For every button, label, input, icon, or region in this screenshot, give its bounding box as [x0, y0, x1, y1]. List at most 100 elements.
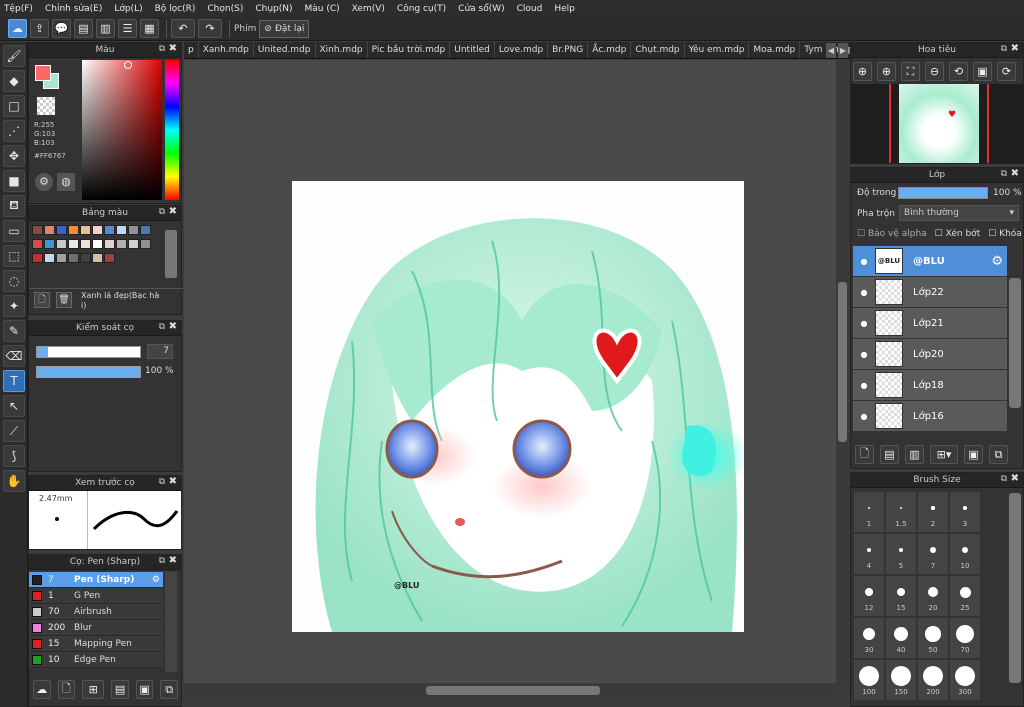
popout-icon[interactable]: ⧉: [159, 556, 165, 566]
foreground-color[interactable]: [35, 65, 51, 81]
brush-size-cell[interactable]: 4: [854, 534, 884, 574]
tab-scroll-right-icon[interactable]: ▶: [838, 43, 848, 58]
navigator-viewport[interactable]: [889, 84, 989, 163]
new-layer-8bit-icon[interactable]: ▤: [880, 445, 899, 464]
folder-icon[interactable]: ▣: [135, 680, 154, 699]
select-pen-icon[interactable]: ✎: [3, 320, 25, 342]
protect-alpha-checkbox[interactable]: ☐ Bảo vệ alpha: [857, 229, 927, 239]
new-brush-icon[interactable]: 🗋: [57, 680, 76, 699]
palette-swatch[interactable]: [56, 239, 67, 249]
brush-size-cell[interactable]: 3: [950, 492, 980, 532]
move-tool-icon[interactable]: ✥: [3, 145, 25, 167]
undo-icon[interactable]: ↶: [171, 19, 195, 38]
document-tab[interactable]: Chụt.mdp: [631, 42, 685, 58]
visibility-icon[interactable]: ●: [853, 257, 875, 266]
fill-rect-icon[interactable]: ■: [3, 170, 25, 192]
layer-row[interactable]: ● Lớp21: [853, 308, 1007, 339]
document-tab[interactable]: United.mdp: [254, 42, 316, 58]
layer-opacity-slider[interactable]: [898, 187, 988, 199]
menu-layer[interactable]: Lớp(L): [114, 4, 142, 14]
popout-icon[interactable]: ⧉: [159, 477, 165, 487]
palette-swatch[interactable]: [92, 239, 103, 249]
layer-row[interactable]: ● @BLU @BLU ⚙: [853, 246, 1007, 277]
palette-swatch[interactable]: [80, 239, 91, 249]
palette-swatch[interactable]: [44, 225, 55, 235]
eraser-tool-icon[interactable]: ◆: [3, 70, 25, 92]
layer-scrollbar[interactable]: [1009, 278, 1021, 408]
select-rect-icon[interactable]: ⬚: [3, 245, 25, 267]
brush-size-cell[interactable]: 5: [886, 534, 916, 574]
palette-swatch[interactable]: [44, 239, 55, 249]
menu-capture[interactable]: Chụp(N): [255, 4, 292, 14]
horizontal-scrollbar[interactable]: [184, 684, 836, 697]
palette-swatch[interactable]: [104, 253, 115, 263]
brush-item[interactable]: 70 Airbrush: [29, 604, 163, 620]
palette-swatch[interactable]: [92, 253, 103, 263]
palette-swatch[interactable]: [104, 225, 115, 235]
brush-size-cell[interactable]: 7: [918, 534, 948, 574]
document-icon[interactable]: ▥: [96, 19, 115, 38]
visibility-icon[interactable]: ●: [853, 381, 875, 390]
lasso-tool-icon[interactable]: ◌: [3, 270, 25, 292]
rotate-right-icon[interactable]: ⟳: [997, 62, 1016, 81]
saturation-picker[interactable]: [82, 60, 162, 200]
palette-swatch[interactable]: [68, 225, 79, 235]
add-brush-icon[interactable]: ⊞: [82, 680, 105, 699]
brush-size-cell[interactable]: 200: [918, 660, 948, 700]
hand-tool-icon[interactable]: ✋: [3, 470, 25, 492]
menu-view[interactable]: Xem(V): [352, 4, 385, 14]
popout-icon[interactable]: ⧉: [159, 44, 165, 54]
close-icon[interactable]: ✖: [169, 476, 177, 487]
document-tab[interactable]: Untitled: [450, 42, 495, 58]
bucket-tool-icon[interactable]: ⛾: [3, 195, 25, 217]
document-tab[interactable]: Yêu em.mdp: [685, 42, 750, 58]
visibility-icon[interactable]: ●: [853, 319, 875, 328]
zoom-in-icon[interactable]: ⊕: [853, 62, 872, 81]
new-layer-icon[interactable]: 🗋: [855, 445, 874, 464]
document-tab[interactable]: Love.mdp: [495, 42, 549, 58]
close-icon[interactable]: ✖: [169, 206, 177, 217]
brush-size-cell[interactable]: 25: [950, 576, 980, 616]
palette-wheel-icon[interactable]: ⚙: [35, 173, 53, 191]
new-swatch-icon[interactable]: 🗋: [34, 292, 50, 308]
fit-screen-icon[interactable]: ⛶: [901, 62, 920, 81]
palette-swatch[interactable]: [32, 239, 43, 249]
brush-size-cell[interactable]: 12: [854, 576, 884, 616]
blend-mode-select[interactable]: Bình thường ▾: [899, 205, 1019, 221]
document-tab[interactable]: Moa.mdp: [749, 42, 801, 58]
brush-size-scrollbar[interactable]: [1009, 493, 1021, 683]
divide-tool-icon[interactable]: ⟋: [3, 420, 25, 442]
palette-swatch[interactable]: [104, 239, 115, 249]
text-tool-icon[interactable]: T: [3, 370, 25, 392]
cloud-icon[interactable]: ☁: [8, 19, 27, 38]
palette-swatch[interactable]: [116, 225, 127, 235]
popout-icon[interactable]: ⧉: [159, 207, 165, 217]
gear-icon[interactable]: ⚙: [991, 254, 1003, 269]
dot-tool-icon[interactable]: ⋰: [3, 120, 25, 142]
document-tab[interactable]: Br.PNG: [548, 42, 589, 58]
palette-swatch[interactable]: [80, 253, 91, 263]
brush-size-cell[interactable]: 100: [854, 660, 884, 700]
document-tab[interactable]: Pic bầu trời.mdp: [368, 42, 451, 58]
rect-tool-icon[interactable]: □: [3, 95, 25, 117]
brush-size-cell[interactable]: 20: [918, 576, 948, 616]
brush-size-cell[interactable]: 300: [950, 660, 980, 700]
brush-item[interactable]: 200 Blur: [29, 620, 163, 636]
brush-item[interactable]: 7 Pen (Sharp) ⚙: [29, 572, 163, 588]
brush-size-cell[interactable]: 70: [950, 618, 980, 658]
palette-swatch[interactable]: [128, 239, 139, 249]
brush-tool-icon[interactable]: 🖌: [3, 45, 25, 67]
transparent-swatch[interactable]: [37, 97, 55, 115]
tab-scroll-left-icon[interactable]: ◀: [826, 43, 836, 58]
palette-swatch[interactable]: [140, 225, 151, 235]
popout-icon[interactable]: ⧉: [1001, 474, 1007, 484]
palette-swatch[interactable]: [140, 239, 151, 249]
brush-list-scrollbar[interactable]: [165, 572, 177, 672]
brush-size-cell[interactable]: 50: [918, 618, 948, 658]
gear-icon[interactable]: ⚙: [152, 575, 160, 585]
document-tab[interactable]: Xanh.mdp: [199, 42, 254, 58]
magic-wand-icon[interactable]: ✦: [3, 295, 25, 317]
redo-icon[interactable]: ↷: [198, 19, 222, 38]
reset-view-icon[interactable]: ▣: [973, 62, 992, 81]
brush-size-cell[interactable]: 40: [886, 618, 916, 658]
